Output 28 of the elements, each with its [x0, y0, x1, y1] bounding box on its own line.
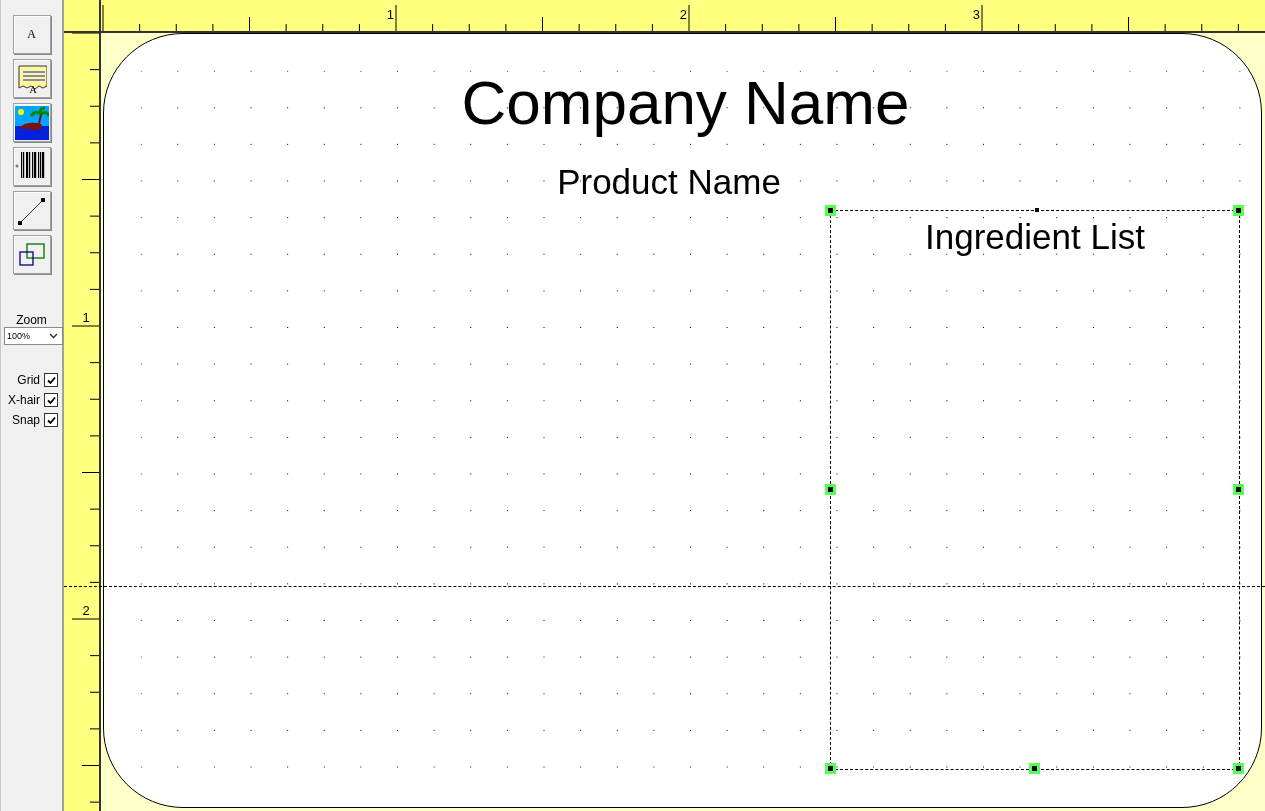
image-tool-button[interactable] [12, 103, 51, 142]
zoom-dropdown[interactable]: 100% [4, 327, 63, 345]
island-picture-icon [14, 105, 49, 140]
ingredient-list-text[interactable]: Ingredient List [925, 219, 1145, 255]
option-label: Grid [17, 373, 40, 387]
text-tool-button[interactable]: A [12, 15, 51, 54]
resize-handle[interactable] [825, 205, 836, 216]
checkbox[interactable] [44, 393, 58, 407]
product-name-text[interactable]: Product Name [557, 164, 781, 199]
rotate-handle[interactable] [1035, 208, 1039, 212]
resize-handle[interactable] [1233, 763, 1244, 774]
resize-handle[interactable] [1029, 763, 1040, 774]
horizontal-ruler: 1 2 3 [101, 0, 1265, 33]
resize-handle[interactable] [1233, 205, 1244, 216]
option-label: X-hair [8, 393, 40, 407]
vertical-ruler: 1 2 [64, 33, 101, 811]
checkbox[interactable] [44, 373, 58, 387]
ruler-corner [64, 0, 101, 33]
barcode-tool-button[interactable] [12, 147, 51, 186]
resize-handle[interactable] [825, 763, 836, 774]
zoom-label: Zoom [16, 313, 47, 327]
chevron-icon [49, 333, 58, 339]
resize-handle[interactable] [1233, 484, 1244, 495]
checkbox[interactable] [44, 413, 58, 427]
line-tool-button[interactable] [12, 191, 51, 230]
option-label: Snap [11, 413, 40, 427]
resize-handle[interactable] [825, 484, 836, 495]
shape-tool-button[interactable] [12, 235, 51, 274]
